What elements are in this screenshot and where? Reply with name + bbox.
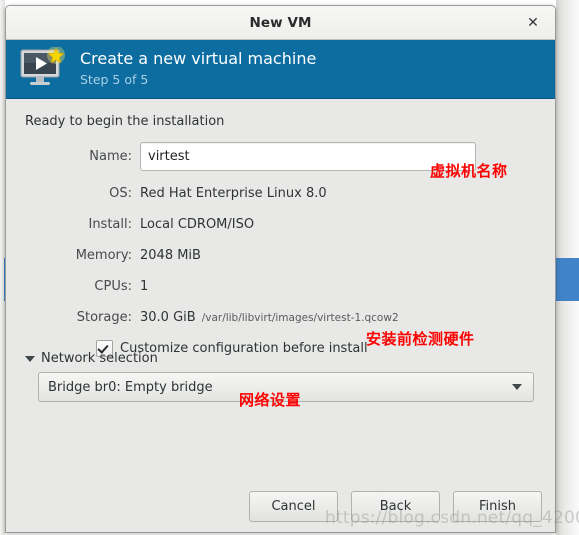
os-label: OS: xyxy=(109,185,132,201)
dialog-footer: Cancel Back Finish xyxy=(249,491,542,522)
background-window-selection-right xyxy=(556,258,579,301)
storage-path-value: /var/lib/libvirt/images/virtest-1.qcow2 xyxy=(201,311,399,324)
banner-step-indicator: Step 5 of 5 xyxy=(80,72,149,87)
back-button[interactable]: Back xyxy=(351,491,440,522)
storage-size-value: 30.0 GiB xyxy=(140,309,196,325)
chevron-down-icon xyxy=(25,355,35,362)
finish-button[interactable]: Finish xyxy=(453,491,542,522)
cancel-button[interactable]: Cancel xyxy=(249,491,338,522)
os-value: Red Hat Enterprise Linux 8.0 xyxy=(140,185,327,201)
new-vm-dialog: New VM ✕ Create a new virtual machine St… xyxy=(5,5,556,533)
annotation-network-settings: 网络设置 xyxy=(239,391,302,409)
dialog-title: New VM xyxy=(249,14,312,31)
annotation-hardware-check: 安装前检测硬件 xyxy=(366,330,475,348)
dialog-title-bar: New VM ✕ xyxy=(6,6,555,40)
banner-title: Create a new virtual machine xyxy=(80,49,317,68)
cpus-value: 1 xyxy=(140,278,149,294)
summary-row-cpus: CPUs: 1 xyxy=(6,274,555,298)
name-label: Name: xyxy=(89,149,132,164)
storage-value-group: 30.0 GiB /var/lib/libvirt/images/virtest… xyxy=(140,310,399,325)
wizard-banner: Create a new virtual machine Step 5 of 5 xyxy=(6,40,555,99)
virtual-machine-new-icon xyxy=(19,46,67,91)
install-value: Local CDROM/ISO xyxy=(140,216,255,232)
cpus-label: CPUs: xyxy=(94,278,132,294)
close-icon[interactable]: ✕ xyxy=(523,13,543,33)
storage-label: Storage: xyxy=(76,309,132,325)
network-source-selected-value: Bridge br0: Empty bridge xyxy=(48,379,213,395)
network-selection-expander[interactable]: Network selection xyxy=(25,351,535,366)
install-label: Install: xyxy=(88,216,132,232)
annotation-vm-name: 虚拟机名称 xyxy=(430,162,508,180)
summary-row-os: OS: Red Hat Enterprise Linux 8.0 xyxy=(6,181,555,205)
memory-value: 2048 MiB xyxy=(140,247,201,263)
vm-name-input[interactable] xyxy=(140,142,476,171)
summary-row-memory: Memory: 2048 MiB xyxy=(6,243,555,267)
chevron-down-icon xyxy=(512,384,522,390)
memory-label: Memory: xyxy=(75,247,132,263)
summary-row-storage: Storage: 30.0 GiB /var/lib/libvirt/image… xyxy=(6,305,555,329)
banner-text-block: Create a new virtual machine Step 5 of 5 xyxy=(80,49,316,89)
ready-message: Ready to begin the installation xyxy=(25,114,225,129)
network-selection-label: Network selection xyxy=(41,351,158,366)
summary-row-install: Install: Local CDROM/ISO xyxy=(6,212,555,236)
